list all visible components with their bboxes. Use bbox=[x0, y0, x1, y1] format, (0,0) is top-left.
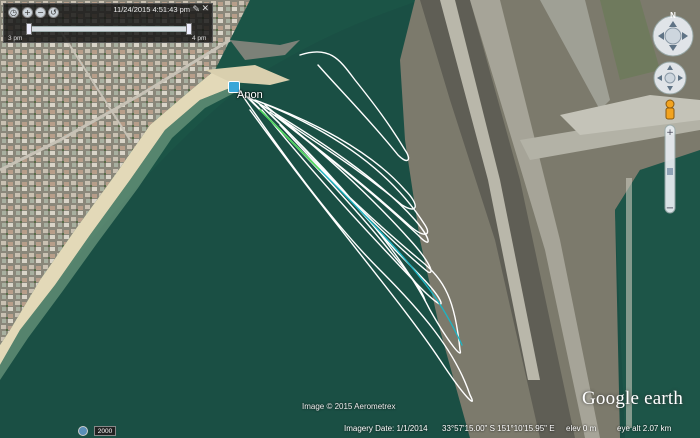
look-control-icon[interactable] bbox=[652, 15, 694, 57]
replay-icon[interactable]: ↺ bbox=[48, 7, 59, 18]
time-slider-end-handle[interactable] bbox=[186, 23, 192, 35]
time-slider-panel: ◷ + − ↺ 11/24/2015 4:51:43 pm ✎ ✕ 3 pm 4… bbox=[3, 3, 213, 43]
zoom-slider-handle[interactable] bbox=[667, 168, 673, 175]
time-slider-start-handle[interactable] bbox=[26, 23, 32, 35]
zoom-out-icon[interactable]: − bbox=[666, 203, 674, 214]
time-slider-track[interactable] bbox=[28, 26, 192, 32]
navigation-controls: N + − bbox=[652, 11, 694, 214]
imagery-date: Imagery Date: 1/1/2014 bbox=[344, 424, 428, 433]
wrench-icon[interactable]: ✎ bbox=[192, 5, 200, 15]
placemark-label[interactable]: Anon bbox=[237, 89, 263, 101]
move-control-icon[interactable] bbox=[653, 61, 687, 95]
time-start-label: 3 pm bbox=[8, 35, 23, 42]
eye-altitude-readout: eye alt 2.07 km bbox=[617, 424, 672, 433]
clock-icon[interactable]: ◷ bbox=[8, 7, 19, 18]
elevation-readout: elev 0 m bbox=[566, 424, 597, 433]
zoom-in-icon[interactable]: + bbox=[666, 128, 674, 138]
zoom-in-time-icon[interactable]: + bbox=[22, 7, 33, 18]
coordinates-readout: 33°57'15.00" S 151°10'15.95" E bbox=[442, 424, 555, 433]
street-view-pegman-icon[interactable] bbox=[665, 99, 675, 120]
north-label[interactable]: N bbox=[670, 11, 676, 20]
zoom-out-time-icon[interactable]: − bbox=[35, 7, 46, 18]
map-view[interactable] bbox=[0, 0, 700, 438]
zoom-slider[interactable]: + − bbox=[664, 124, 676, 214]
close-icon[interactable]: ✕ bbox=[201, 4, 209, 14]
time-end-label: 4 pm bbox=[192, 35, 207, 42]
historical-imagery-icon[interactable] bbox=[78, 426, 88, 436]
imagery-credit: Image © 2015 Aerometrex bbox=[302, 402, 396, 411]
brand-logo: Google earth bbox=[582, 388, 684, 409]
year-badge[interactable]: 2000 bbox=[94, 426, 116, 436]
time-readout: 11/24/2015 4:51:43 pm bbox=[113, 5, 190, 14]
